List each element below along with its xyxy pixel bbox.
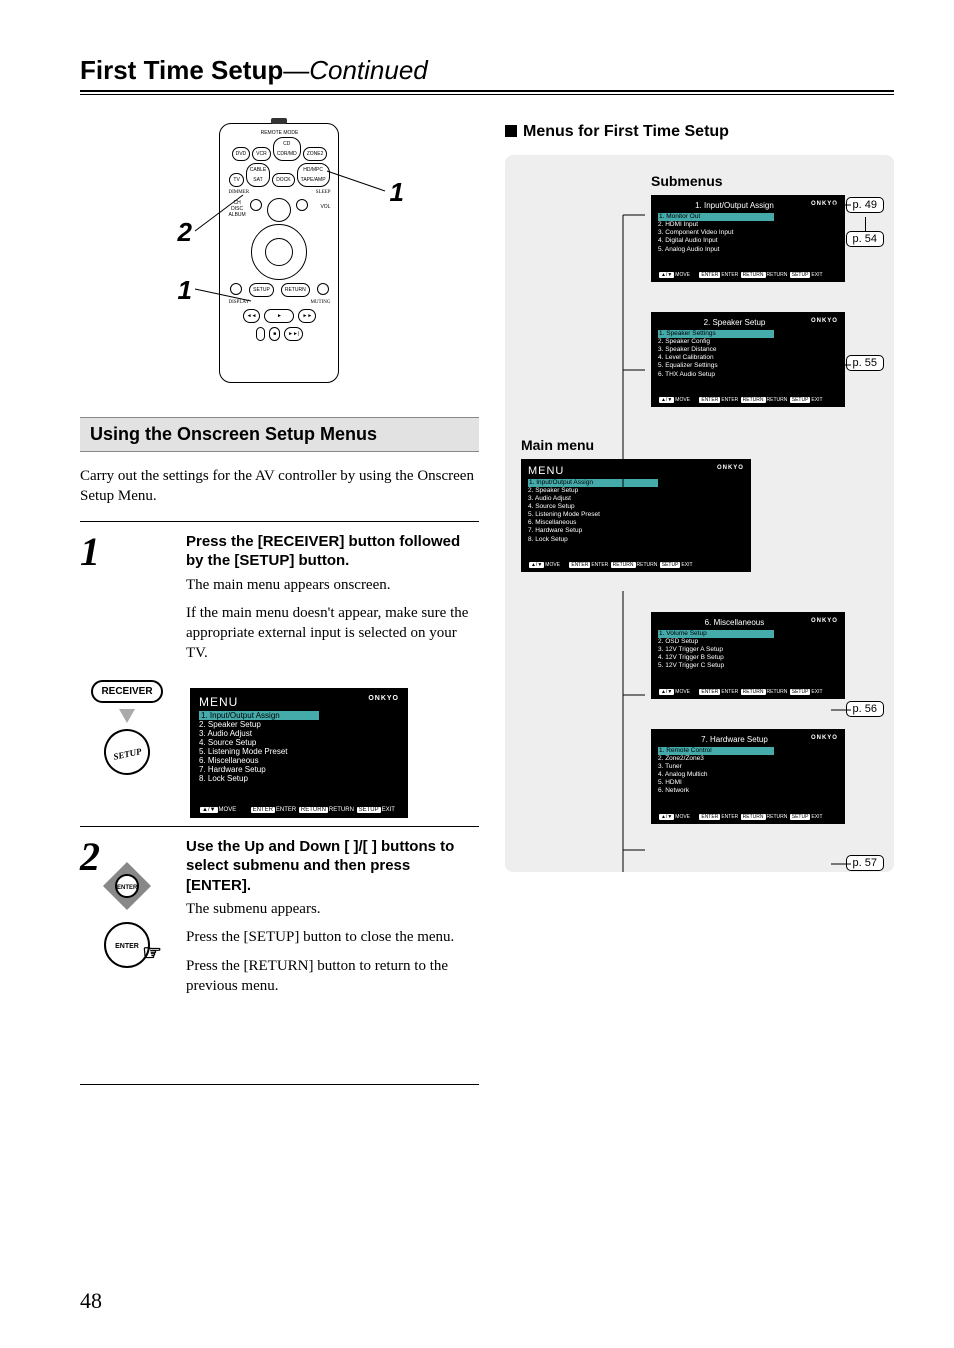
step-1: 1 Press the [RECEIVER] button followed b… [80, 532, 479, 672]
step-1-icons: RECEIVER SETUP [80, 680, 174, 818]
hand-icon: ☞ [142, 930, 162, 976]
intro-text: Carry out the settings for the AV contro… [80, 466, 479, 507]
setup-button-icon: SETUP [100, 724, 155, 779]
submenu-hardware: ONKYO 7. Hardware Setup 1. Remote Contro… [651, 729, 845, 824]
submenus-label: Submenus [651, 173, 882, 189]
columns: REMOTE MODE DVDVCRCDCDR/MDZONE2 TVCABLES… [80, 123, 894, 1095]
title-main: First Time Setup [80, 55, 283, 85]
divider-2 [80, 826, 479, 827]
submenu-misc: ONKYO 6. Miscellaneous 1. Volume Setup 2… [651, 612, 845, 699]
remote-body: REMOTE MODE DVDVCRCDCDR/MDZONE2 TVCABLES… [219, 123, 339, 383]
page-ref-54: p. 54 [846, 231, 884, 247]
remote-diagram: REMOTE MODE DVDVCRCDCDR/MDZONE2 TVCABLES… [129, 123, 429, 383]
main-osd-wrap: ONKYO MENU 1. Input/Output Assign 2. Spe… [521, 459, 771, 572]
step-2-icons: ENTER ENTER ☞ [80, 852, 174, 974]
page-ref-55: p. 55 [846, 355, 884, 371]
submenu-io: ONKYO 1. Input/Output Assign 1. Monitor … [651, 195, 845, 282]
dpad-icon: ENTER [97, 856, 157, 916]
receiver-button-icon: RECEIVER [91, 680, 162, 703]
enter-press-icon: ENTER ☞ [104, 922, 150, 968]
title-continued: Continued [309, 55, 428, 85]
right-heading-text: Menus for First Time Setup [523, 123, 729, 140]
osd-item-6: 6. Miscellaneous [199, 756, 399, 765]
page-ref-56: p. 56 [846, 701, 884, 717]
left-column: REMOTE MODE DVDVCRCDCDR/MDZONE2 TVCABLES… [80, 123, 479, 1095]
osd-item-1: 1. Input/Output Assign [199, 711, 319, 720]
section-heading: Using the Onscreen Setup Menus [80, 417, 479, 452]
osd-item-7: 7. Hardware Setup [199, 765, 399, 774]
osd-item-2: 2. Speaker Setup [199, 720, 399, 729]
osd-item-8: 8. Lock Setup [199, 774, 399, 783]
step-1-title: Press the [RECEIVER] button followed by … [186, 532, 479, 571]
right-heading: Menus for First Time Setup [505, 123, 894, 141]
page-ref-49: p. 49 [846, 197, 884, 213]
title-sep: — [283, 55, 309, 85]
submenu-speaker: ONKYO 2. Speaker Setup 1. Speaker Settin… [651, 312, 845, 407]
divider-3 [80, 1084, 479, 1085]
osd-footer: ▲/▼MOVE ENTERENTER RETURNRETURN SETUPEXI… [199, 807, 399, 813]
shaded-panel: Submenus p. 49 p. 54 p. 55 p. 56 p. 57 O… [505, 155, 894, 872]
header-rule [80, 90, 894, 95]
main-menu-osd: ONKYO MENU 1. Input/Output Assign 2. Spe… [521, 459, 751, 572]
page-title: First Time Setup—Continued [80, 55, 894, 86]
arrow-down-icon [119, 709, 135, 723]
step-2-icons-row: ENTER ENTER ☞ [80, 852, 479, 974]
main-menu-label: Main menu [521, 437, 882, 453]
osd-item-5: 5. Listening Mode Preset [199, 747, 399, 756]
page-ref-57: p. 57 [846, 855, 884, 871]
osd-brand: ONKYO [368, 695, 399, 702]
osd-item-3: 3. Audio Adjust [199, 729, 399, 738]
step-1-text-2: If the main menu doesn't appear, make su… [186, 603, 479, 664]
divider [80, 521, 479, 522]
osd-main-menu: ONKYO MENU 1. Input/Output Assign 2. Spe… [190, 688, 408, 818]
callout-2: 2 [177, 217, 191, 248]
step-1-row2: RECEIVER SETUP ONKYO MENU 1. Input/Outpu… [80, 680, 479, 818]
callout-1-left: 1 [177, 275, 191, 306]
callout-1-right: 1 [389, 177, 403, 208]
enter-center: ENTER [115, 874, 139, 898]
top-stack: ONKYO 1. Input/Output Assign 1. Monitor … [651, 195, 882, 407]
osd-item-4: 4. Source Setup [199, 738, 399, 747]
step-1-text-1: The main menu appears onscreen. [186, 575, 479, 595]
bottom-stack: ONKYO 6. Miscellaneous 1. Volume Setup 2… [651, 612, 882, 824]
right-column: Menus for First Time Setup Submenus p. 4… [505, 123, 894, 1095]
page-number: 48 [80, 1288, 102, 1314]
step-1-number: 1 [80, 532, 174, 672]
page: First Time Setup—Continued REMOTE MODE D… [0, 0, 954, 1135]
square-bullet-icon [505, 125, 517, 137]
